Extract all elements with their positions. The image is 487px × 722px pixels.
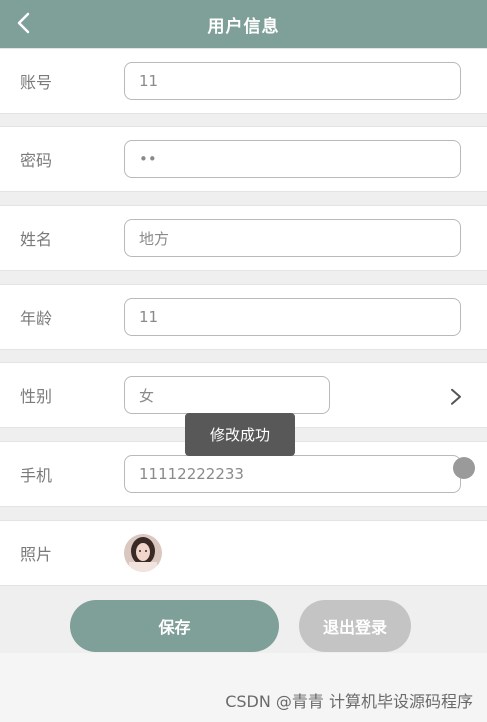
row-photo: 照片 (0, 520, 487, 586)
save-button[interactable]: 保存 (70, 600, 279, 652)
gender-label: 性别 (20, 387, 53, 406)
password-input[interactable] (124, 140, 461, 178)
logout-button[interactable]: 退出登录 (299, 600, 411, 652)
header-bar: 用户信息 (0, 0, 487, 48)
avatar[interactable] (124, 534, 162, 572)
chevron-left-icon (17, 12, 30, 34)
row-age: 年龄 (0, 284, 487, 350)
phone-label: 手机 (20, 466, 53, 485)
row-password: 密码 (0, 126, 487, 192)
gender-input[interactable] (124, 376, 330, 414)
account-label: 账号 (20, 73, 53, 92)
name-label: 姓名 (20, 230, 53, 249)
photo-label: 照片 (20, 545, 53, 564)
password-label: 密码 (20, 151, 53, 170)
account-input[interactable] (124, 62, 461, 100)
age-input[interactable] (124, 298, 461, 336)
watermark-text: CSDN @青青 计算机毕设源码程序 (225, 692, 473, 711)
age-label: 年龄 (20, 309, 53, 328)
name-input[interactable] (124, 219, 461, 257)
footer-area: CSDN @青青 计算机毕设源码程序 (0, 653, 487, 722)
user-info-page: 用户信息 账号 密码 姓名 年龄 性别 手机 照片 (0, 0, 487, 722)
toast-message: 修改成功 (185, 413, 295, 456)
back-button[interactable] (6, 6, 40, 40)
row-name: 姓名 (0, 205, 487, 271)
page-title: 用户信息 (207, 16, 280, 37)
chevron-right-icon[interactable] (449, 388, 463, 406)
scroll-indicator[interactable] (453, 457, 475, 479)
phone-input[interactable] (124, 455, 461, 493)
avatar-photo-icon (124, 534, 162, 572)
row-account: 账号 (0, 48, 487, 114)
